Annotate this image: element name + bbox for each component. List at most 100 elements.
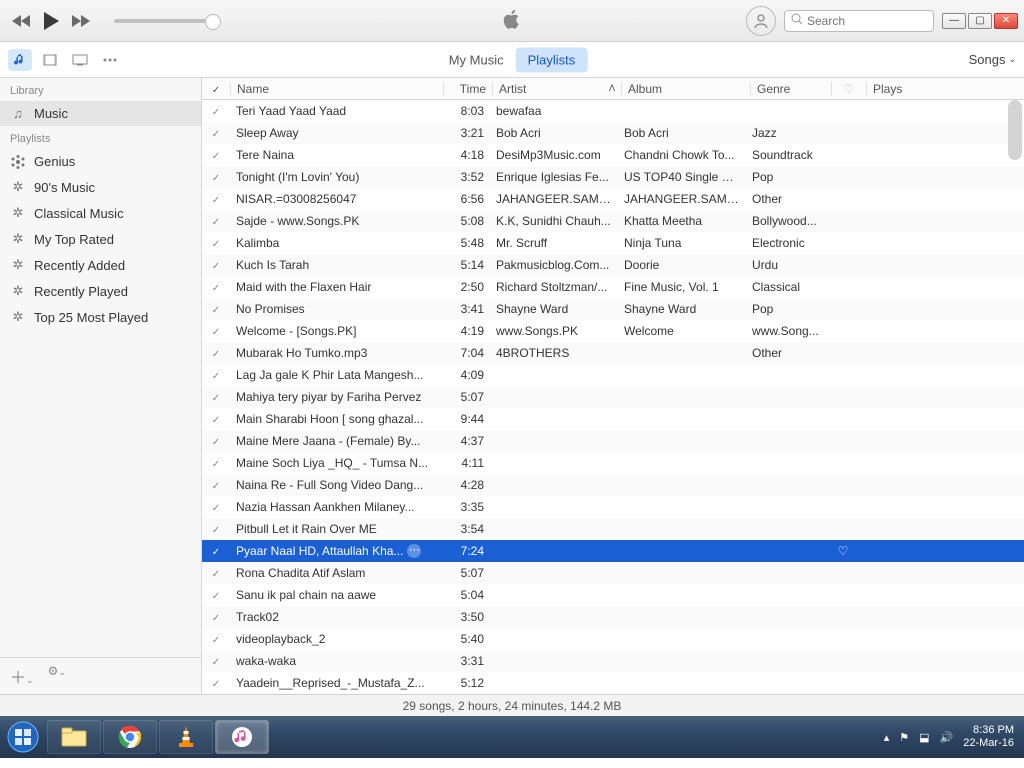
- close-button[interactable]: ✕: [994, 13, 1018, 29]
- row-check[interactable]: [202, 544, 230, 558]
- row-check[interactable]: [202, 346, 230, 360]
- row-loved[interactable]: ♡: [826, 544, 860, 558]
- view-mode-dropdown[interactable]: Songs ⌄: [969, 52, 1016, 67]
- sidebar-playlist-item[interactable]: Genius: [0, 149, 201, 174]
- column-plays[interactable]: Plays: [867, 82, 927, 96]
- row-check[interactable]: [202, 104, 230, 118]
- row-check[interactable]: [202, 236, 230, 250]
- table-row[interactable]: Naina Re - Full Song Video Dang...4:28: [202, 474, 1024, 496]
- row-check[interactable]: [202, 676, 230, 690]
- tray-network-icon[interactable]: ⬓: [919, 731, 929, 744]
- table-row[interactable]: Maine Mere Jaana - (Female) By...4:37: [202, 430, 1024, 452]
- taskbar-explorer[interactable]: [47, 720, 101, 754]
- tray-flag-icon[interactable]: ⚑: [899, 731, 909, 744]
- table-row[interactable]: Welcome - [Songs.PK]4:19www.Songs.PKWelc…: [202, 320, 1024, 342]
- scrollbar-thumb[interactable]: [1008, 100, 1022, 160]
- more-views-icon[interactable]: [98, 49, 122, 71]
- table-row[interactable]: Mubarak Ho Tumko.mp37:044BROTHERSOther: [202, 342, 1024, 364]
- table-row[interactable]: Sleep Away3:21Bob AcriBob AcriJazz: [202, 122, 1024, 144]
- table-row[interactable]: waka-waka3:31: [202, 650, 1024, 672]
- table-row[interactable]: videoplayback_25:40: [202, 628, 1024, 650]
- table-row[interactable]: Nazia Hassan Aankhen Milaney...3:35: [202, 496, 1024, 518]
- column-album[interactable]: Album: [622, 82, 750, 96]
- table-row[interactable]: Mahiya tery piyar by Fariha Pervez5:07: [202, 386, 1024, 408]
- sidebar-playlist-item[interactable]: ✲Recently Played: [0, 278, 201, 304]
- table-row[interactable]: Kalimba5:48Mr. ScruffNinja TunaElectroni…: [202, 232, 1024, 254]
- row-check[interactable]: [202, 456, 230, 470]
- tv-view-icon[interactable]: [68, 49, 92, 71]
- row-check[interactable]: [202, 258, 230, 272]
- music-view-icon[interactable]: [8, 49, 32, 71]
- sidebar-playlist-item[interactable]: ✲Classical Music: [0, 200, 201, 226]
- table-row[interactable]: Maine Soch Liya _HQ_ - Tumsa N...4:11: [202, 452, 1024, 474]
- column-loved[interactable]: ♡: [832, 82, 866, 96]
- more-icon[interactable]: ⋯: [407, 544, 421, 558]
- row-check[interactable]: [202, 610, 230, 624]
- row-check[interactable]: [202, 148, 230, 162]
- table-row[interactable]: Teri Yaad Yaad Yaad8:03bewafaa: [202, 100, 1024, 122]
- table-row[interactable]: Lag Ja gale K Phir Lata Mangesh...4:09: [202, 364, 1024, 386]
- row-check[interactable]: [202, 368, 230, 382]
- row-check[interactable]: [202, 170, 230, 184]
- row-check[interactable]: [202, 632, 230, 646]
- search-box[interactable]: [784, 10, 934, 32]
- play-button[interactable]: [42, 11, 60, 31]
- taskbar-clock[interactable]: 8:36 PM 22-Mar-16: [963, 724, 1014, 750]
- table-row[interactable]: Pyaar Naal HD, Attaullah Kha... ⋯7:24♡: [202, 540, 1024, 562]
- table-row[interactable]: Rona Chadita Atif Aslam5:07: [202, 562, 1024, 584]
- sidebar-item-music[interactable]: ♫ Music: [0, 101, 201, 126]
- row-check[interactable]: [202, 500, 230, 514]
- row-check[interactable]: [202, 302, 230, 316]
- table-row[interactable]: Maid with the Flaxen Hair2:50Richard Sto…: [202, 276, 1024, 298]
- row-check[interactable]: [202, 324, 230, 338]
- row-check[interactable]: [202, 588, 230, 602]
- column-checked[interactable]: [202, 82, 230, 96]
- taskbar-itunes[interactable]: [215, 720, 269, 754]
- row-check[interactable]: [202, 478, 230, 492]
- volume-slider[interactable]: [114, 19, 214, 23]
- table-row[interactable]: No Promises3:41Shayne WardShayne WardPop: [202, 298, 1024, 320]
- tray-volume-icon[interactable]: 🔊: [940, 731, 954, 744]
- column-time[interactable]: Time: [444, 82, 492, 96]
- search-input[interactable]: [807, 14, 927, 28]
- add-playlist-button[interactable]: ＋⌄: [10, 664, 34, 688]
- column-name[interactable]: Name: [231, 82, 443, 96]
- table-row[interactable]: Sanu ik pal chain na aawe5:04: [202, 584, 1024, 606]
- table-row[interactable]: Tonight (I'm Lovin' You)3:52Enrique Igle…: [202, 166, 1024, 188]
- start-button[interactable]: [0, 716, 46, 758]
- row-check[interactable]: [202, 126, 230, 140]
- row-check[interactable]: [202, 280, 230, 294]
- table-row[interactable]: NISAR.=030082560476:56JAHANGEER.SAMO...J…: [202, 188, 1024, 210]
- column-genre[interactable]: Genre: [751, 82, 831, 96]
- account-button[interactable]: [746, 6, 776, 36]
- taskbar-vlc[interactable]: [159, 720, 213, 754]
- taskbar-chrome[interactable]: [103, 720, 157, 754]
- row-check[interactable]: [202, 434, 230, 448]
- row-check[interactable]: [202, 522, 230, 536]
- row-check[interactable]: [202, 566, 230, 580]
- movies-view-icon[interactable]: [38, 49, 62, 71]
- table-row[interactable]: Yaadein__Reprised_-_Mustafa_Z...5:12: [202, 672, 1024, 694]
- table-body[interactable]: Teri Yaad Yaad Yaad8:03bewafaaSleep Away…: [202, 100, 1024, 694]
- sidebar-playlist-item[interactable]: ✲90's Music: [0, 174, 201, 200]
- sidebar-playlist-item[interactable]: ✲My Top Rated: [0, 226, 201, 252]
- table-row[interactable]: Track023:50: [202, 606, 1024, 628]
- sidebar-settings-button[interactable]: ⚙⌄: [48, 664, 66, 688]
- next-track-button[interactable]: [70, 14, 90, 28]
- sidebar-playlist-item[interactable]: ✲Top 25 Most Played: [0, 304, 201, 330]
- table-row[interactable]: Kuch Is Tarah5:14Pakmusicblog.Com...Door…: [202, 254, 1024, 276]
- tab-playlists[interactable]: Playlists: [516, 47, 588, 72]
- row-check[interactable]: [202, 214, 230, 228]
- maximize-button[interactable]: ▢: [968, 13, 992, 29]
- column-artist[interactable]: Artistᐱ: [493, 82, 621, 96]
- tray-chevron-icon[interactable]: ▴: [884, 731, 890, 744]
- sidebar-playlist-item[interactable]: ✲Recently Added: [0, 252, 201, 278]
- row-check[interactable]: [202, 412, 230, 426]
- table-row[interactable]: Tere Naina4:18DesiMp3Music.comChandni Ch…: [202, 144, 1024, 166]
- row-check[interactable]: [202, 390, 230, 404]
- table-row[interactable]: Pitbull Let it Rain Over ME3:54: [202, 518, 1024, 540]
- row-check[interactable]: [202, 654, 230, 668]
- table-row[interactable]: Sajde - www.Songs.PK5:08K.K, Sunidhi Cha…: [202, 210, 1024, 232]
- row-check[interactable]: [202, 192, 230, 206]
- table-row[interactable]: Main Sharabi Hoon [ song ghazal...9:44: [202, 408, 1024, 430]
